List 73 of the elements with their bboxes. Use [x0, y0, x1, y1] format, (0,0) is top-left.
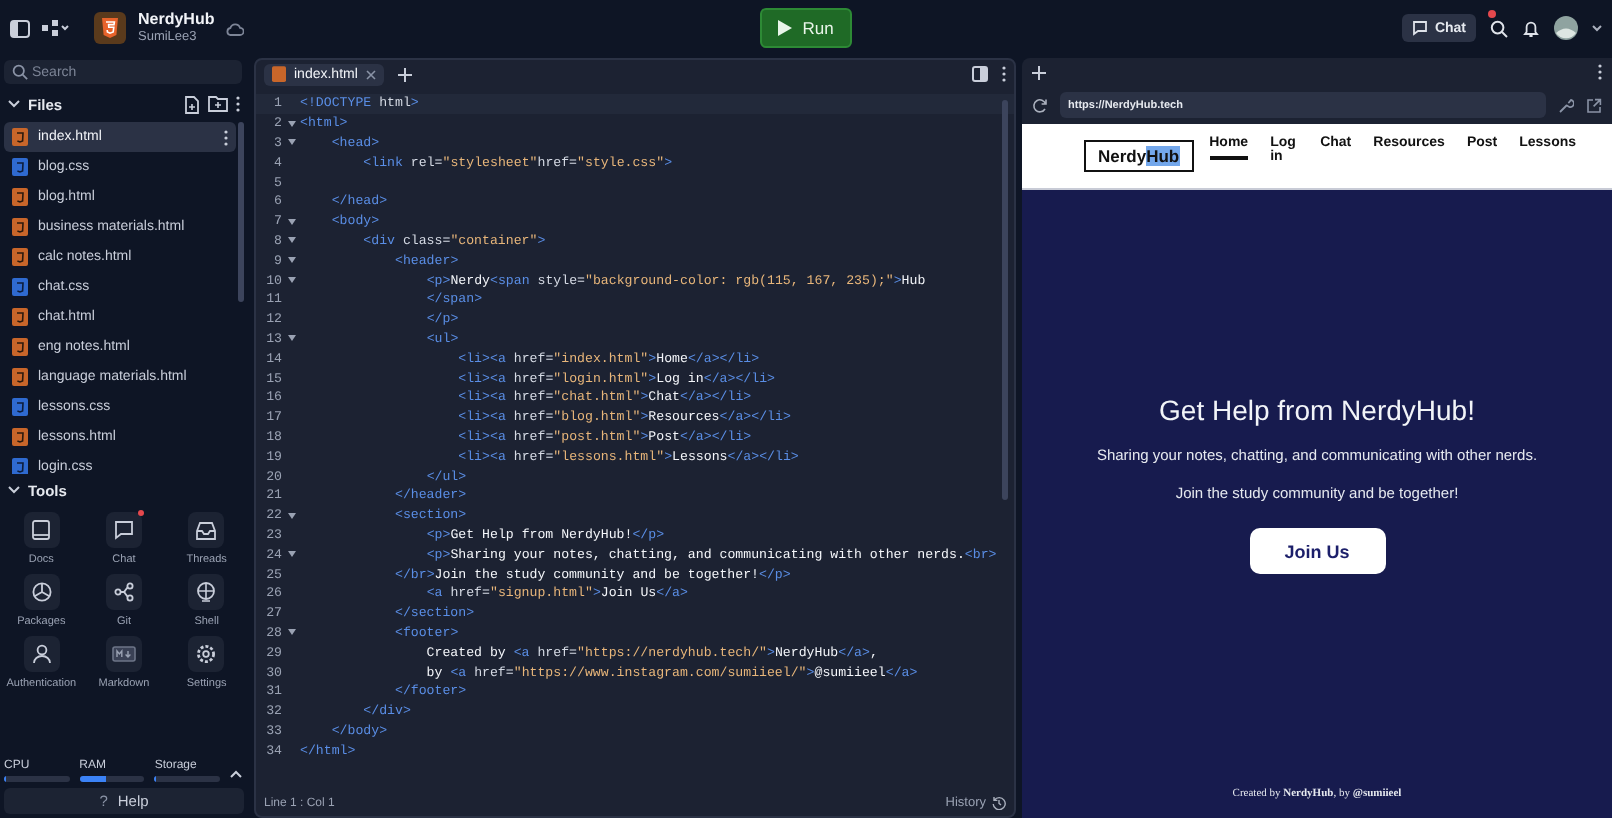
- fold-arrow-icon[interactable]: [287, 217, 295, 226]
- tool-tile[interactable]: [188, 512, 225, 548]
- globe-icon: [196, 582, 217, 602]
- html-file-icon: [272, 66, 286, 82]
- tool-tile[interactable]: [23, 574, 60, 610]
- tool-tile[interactable]: [23, 512, 60, 548]
- panel-icon[interactable]: [972, 66, 988, 82]
- fold-arrow-icon[interactable]: [287, 138, 295, 147]
- tool-tile[interactable]: [188, 574, 225, 610]
- fold-arrow-icon[interactable]: [287, 334, 295, 343]
- html-file-icon: [12, 128, 28, 146]
- search-icon[interactable]: [1490, 19, 1508, 37]
- chat-icon: [113, 520, 134, 540]
- fold-arrow-icon[interactable]: [287, 550, 295, 559]
- tool-tile[interactable]: [188, 636, 225, 672]
- fold-arrow-icon[interactable]: [287, 511, 295, 520]
- wrench-icon[interactable]: [1558, 97, 1574, 113]
- join-button[interactable]: Join Us: [1249, 528, 1385, 574]
- html-file-icon: [12, 428, 28, 446]
- package-icon: [31, 582, 52, 602]
- git-branch-icon: [113, 582, 134, 602]
- html-file-icon: [12, 188, 28, 206]
- scrollbar[interactable]: [1002, 100, 1008, 500]
- fold-arrow-icon[interactable]: [287, 276, 295, 285]
- html-file-icon: [12, 338, 28, 356]
- tool-tile[interactable]: [105, 512, 142, 548]
- html-file-icon: [12, 218, 28, 236]
- fold-arrow-icon[interactable]: [287, 119, 295, 128]
- tool-tile[interactable]: [23, 636, 60, 672]
- css-file-icon: [12, 278, 28, 296]
- project-name: NerdyHub: [138, 12, 215, 30]
- css-file-icon: [12, 398, 28, 416]
- fold-arrow-icon[interactable]: [287, 236, 295, 245]
- bell-icon[interactable]: [1522, 19, 1540, 37]
- reload-icon[interactable]: [1032, 97, 1048, 113]
- caret-icon[interactable]: [1592, 24, 1602, 32]
- notification-dot: [137, 510, 144, 516]
- css-file-icon: [12, 158, 28, 176]
- new-folder-icon[interactable]: [208, 96, 228, 112]
- html-file-icon: [12, 308, 28, 326]
- tool-tile[interactable]: [105, 574, 142, 610]
- settings-icon: [196, 644, 217, 664]
- history-icon: [992, 796, 1006, 810]
- html-file-icon: [12, 248, 28, 266]
- cloud-icon: [226, 21, 245, 35]
- new-file-icon[interactable]: [184, 95, 200, 113]
- css-file-icon: [12, 458, 28, 474]
- sidebar-toggle-icon[interactable]: [10, 19, 30, 37]
- avatar-icon[interactable]: [1554, 16, 1578, 40]
- scrollbar[interactable]: [238, 122, 244, 302]
- html-file-icon: [12, 368, 28, 386]
- plus-icon[interactable]: [1032, 65, 1046, 79]
- fold-arrow-icon[interactable]: [287, 256, 295, 265]
- tool-tile[interactable]: [105, 636, 142, 672]
- play-icon: [778, 20, 793, 36]
- plus-icon[interactable]: [397, 67, 412, 81]
- html5-logo-icon: [94, 12, 126, 44]
- run-button[interactable]: Run: [760, 8, 852, 48]
- open-external-icon[interactable]: [1586, 97, 1602, 113]
- search-icon: [12, 64, 28, 80]
- hero-heading: Get Help from NerdyHub!: [1159, 394, 1475, 426]
- chat-icon: [1412, 20, 1429, 36]
- markdown-icon: [111, 646, 136, 662]
- chevron-down-icon[interactable]: [8, 486, 20, 494]
- inbox-icon: [196, 521, 217, 539]
- book-icon: [32, 520, 51, 540]
- person-icon: [31, 644, 52, 664]
- fold-arrow-icon[interactable]: [287, 628, 295, 637]
- close-icon[interactable]: [365, 69, 376, 79]
- chevron-down-icon[interactable]: [8, 100, 20, 108]
- nodes-icon[interactable]: [42, 20, 70, 36]
- chevron-up-icon[interactable]: [230, 770, 243, 778]
- site-logo[interactable]: NerdyHub: [1084, 140, 1194, 172]
